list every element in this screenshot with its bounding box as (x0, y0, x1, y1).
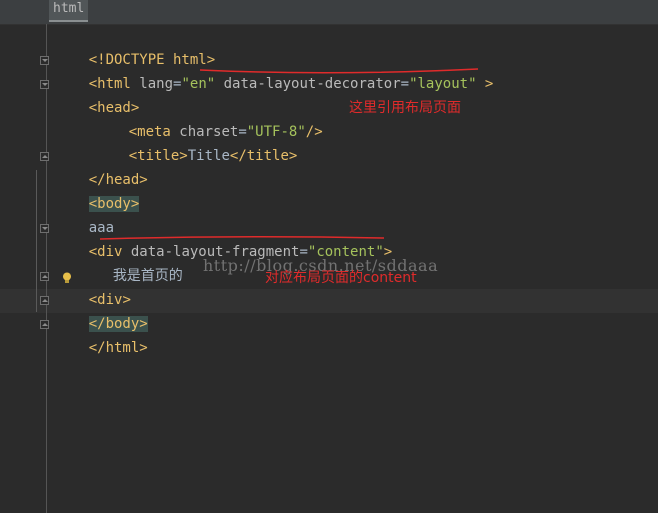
underline-layout-fragment (99, 235, 385, 240)
annotation-layout-reference: 这里引用布局页面 (349, 100, 461, 116)
code-editor[interactable]: html <!DOCTYPE html> <html lang="en" dat… (0, 0, 658, 513)
annotation-content-reference: 对应布局页面的content (265, 270, 417, 286)
underline-layout-decorator (199, 68, 479, 74)
